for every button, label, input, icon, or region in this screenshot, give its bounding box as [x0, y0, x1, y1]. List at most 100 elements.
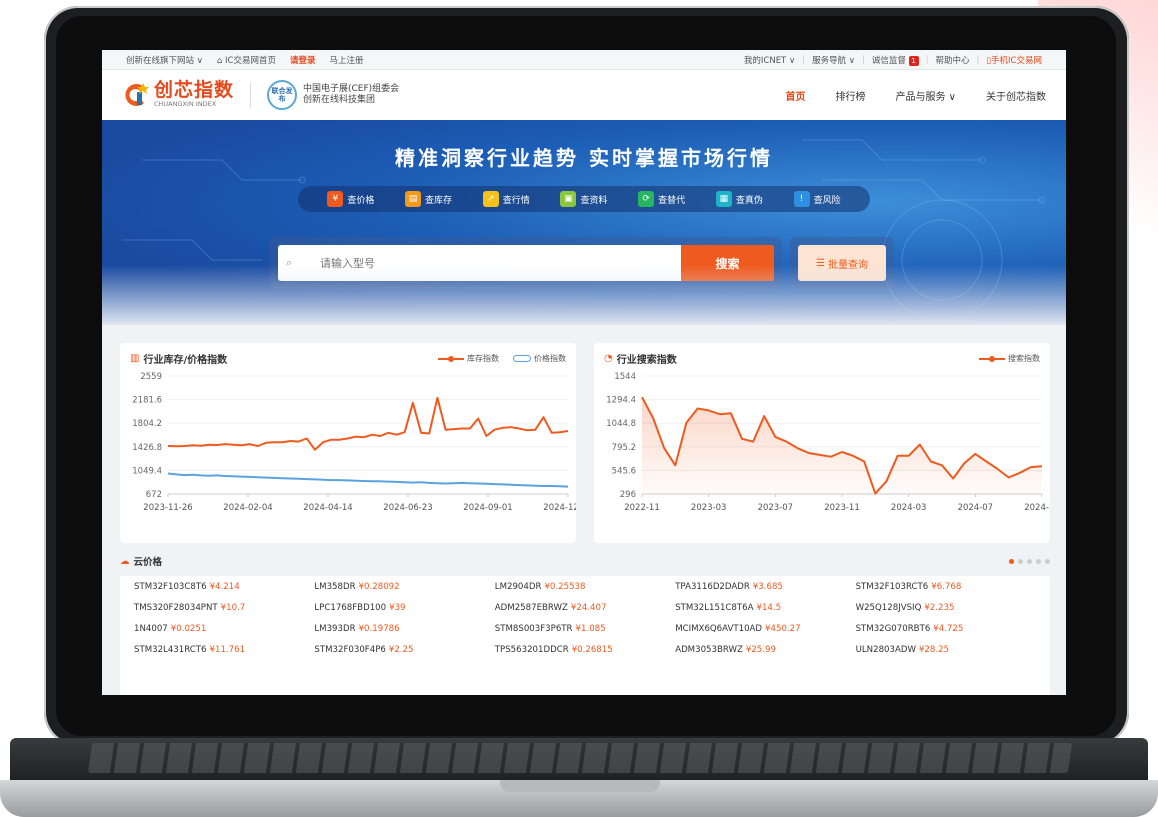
price-item[interactable]: STM8S003F3P6TR ¥1.085: [495, 624, 675, 634]
nav-about[interactable]: 关于创芯指数: [986, 88, 1046, 103]
price-item[interactable]: LPC1768FBD100 ¥39: [314, 603, 494, 613]
price-item[interactable]: TPS563201DDCR ¥0.26815: [495, 645, 675, 655]
chip-alternative[interactable]: ⟳ 查替代: [638, 191, 685, 207]
price-item[interactable]: STM32F030F4P6 ¥2.25: [314, 645, 494, 655]
y-tick-label: 2181.6: [132, 396, 162, 406]
price-item[interactable]: ADM3053BRWZ ¥25.99: [675, 645, 855, 655]
price-item[interactable]: LM2904DR ¥0.25538: [495, 582, 675, 592]
y-tick-label: 2559: [140, 372, 162, 382]
y-tick-label: 1044.8: [606, 419, 636, 429]
part-number: LPC1768FBD100: [314, 603, 387, 613]
legend-price[interactable]: 价格指数: [513, 353, 566, 364]
my-icnet-dropdown[interactable]: 我的ICNET ∨: [744, 54, 795, 66]
price-item[interactable]: LM358DR ¥0.28092: [314, 582, 494, 592]
part-price: ¥0.19786: [358, 624, 400, 634]
nav-ranking[interactable]: 排行榜: [836, 88, 866, 103]
part-price: ¥39: [389, 603, 406, 613]
cloud-icon: ☁: [120, 555, 130, 567]
chip-risk[interactable]: ! 查风险: [793, 191, 841, 207]
help-center-link[interactable]: 帮助中心: [935, 54, 969, 66]
search-input[interactable]: [320, 256, 681, 270]
x-tick-label: 2024-06-23: [383, 503, 432, 513]
price-item[interactable]: STM32G070RBT6 ¥4.725: [856, 624, 1036, 634]
chip-stock[interactable]: ▤ 查库存: [405, 191, 452, 207]
legend-search[interactable]: 搜索指数: [979, 353, 1040, 364]
series-line: [167, 396, 569, 451]
price-item[interactable]: TPA3116D2DADR ¥3.685: [675, 582, 855, 592]
chip-datasheet[interactable]: ▣ 查资料: [560, 191, 607, 207]
chip-market[interactable]: ↗ 查行情: [482, 191, 530, 207]
login-link[interactable]: 请登录: [290, 54, 316, 66]
chip-authenticity[interactable]: ▦ 查真伪: [715, 191, 763, 207]
part-number: STM32F103RCT6: [855, 582, 929, 592]
inventory-price-chart: 2559 2181.6 1804.2 1426.8 1049.4 672 2023-11-2…: [132, 372, 576, 513]
part-number: ADM3053BRWZ: [675, 645, 743, 655]
price-item[interactable]: STM32F103RCT6 ¥6.768: [856, 582, 1036, 592]
price-item[interactable]: TMS320F28034PNT ¥10.7: [134, 603, 314, 613]
part-number: ULN2803ADW: [855, 645, 916, 655]
ic-home-link[interactable]: ⌂ IC交易网首页: [217, 54, 276, 66]
chart2-legend: 搜索指数: [979, 353, 1040, 364]
integrity-link[interactable]: 诚信监督 1: [872, 54, 919, 66]
cloud-price-header: ☁ 云价格: [120, 554, 1050, 568]
batch-query-button[interactable]: ☰ 批量查询: [798, 245, 886, 281]
stock-icon: ▤: [405, 191, 422, 207]
part-number: TPA3116D2DADR: [675, 582, 750, 592]
nav-products[interactable]: 产品与服务 ∨: [896, 88, 957, 103]
y-tick-label: 296: [620, 490, 636, 500]
price-item[interactable]: STM32L151C8T6A ¥14.5: [675, 603, 855, 613]
carousel-dot[interactable]: [1027, 558, 1032, 564]
organizers: 中国电子展(CEF)组委会 创新在线科技集团: [303, 84, 399, 106]
register-link[interactable]: 马上注册: [330, 54, 364, 66]
price-item[interactable]: W25Q128JVSIQ ¥2.235: [856, 603, 1036, 613]
site-logo[interactable]: 创芯指数 CHUANGXIN INDEX: [122, 81, 234, 109]
charts-row: ▥ 行业库存/价格指数 库存指数 价格指数 2559 2181.6 1804.2 14…: [120, 343, 1050, 543]
x-tick-label: 2023-07: [758, 503, 794, 513]
chip-price[interactable]: ¥ 查价格: [327, 191, 374, 207]
part-number: LM393DR: [314, 624, 356, 634]
part-number: LM358DR: [314, 582, 356, 592]
part-price: ¥25.99: [745, 645, 776, 655]
y-tick-label: 1544: [614, 372, 636, 382]
part-price: ¥4.214: [209, 582, 240, 592]
chart2-title: 行业搜索指数: [616, 355, 677, 366]
mobile-site-link[interactable]: ▯手机IC交易网: [986, 54, 1042, 66]
laptop-keyboard: [87, 743, 1073, 773]
part-price: ¥24.407: [570, 603, 607, 613]
screen: 创新在线旗下网站 ∨ ⌂ IC交易网首页 请登录 马上注册 我的ICNET ∨ …: [102, 50, 1066, 695]
price-item[interactable]: LM393DR ¥0.19786: [314, 624, 494, 634]
nav-home[interactable]: 首页: [786, 88, 806, 103]
price-item[interactable]: 1N4007 ¥0.0251: [134, 624, 314, 634]
hero-title: 精准洞察行业趋势 实时掌握市场行情: [395, 146, 773, 170]
price-item[interactable]: ADM2587EBRWZ ¥24.407: [495, 603, 675, 613]
part-number: MCIMX6Q6AVT10AD: [675, 624, 763, 634]
price-item[interactable]: ULN2803ADW ¥28.25: [856, 645, 1036, 655]
divider: |: [976, 54, 980, 65]
x-tick-label: 2023-11-26: [143, 503, 192, 513]
chart1-legend: 库存指数 价格指数: [438, 353, 566, 364]
warning-icon: !: [793, 191, 810, 207]
carousel-dot[interactable]: [1036, 558, 1041, 564]
part-price: ¥450.27: [765, 624, 801, 634]
search-bar: ⌕ 搜索: [278, 245, 774, 281]
price-item[interactable]: STM32L431RCT6 ¥11.761: [134, 645, 314, 655]
carousel-dot[interactable]: [1009, 558, 1014, 564]
x-tick-label: 2024-07: [958, 503, 994, 513]
main-nav: 首页 排行榜 产品与服务 ∨ 关于创芯指数: [786, 88, 1047, 103]
price-item[interactable]: STM32F103C8T6 ¥4.214: [134, 582, 314, 592]
legend-inventory[interactable]: 库存指数: [438, 353, 499, 364]
y-tick-label: 1049.4: [132, 466, 162, 476]
cloud-price-title: 云价格: [133, 557, 163, 568]
search-icon: ⌕: [286, 256, 293, 269]
search-button[interactable]: 搜索: [681, 245, 774, 281]
x-tick-label: 2024-04-14: [303, 503, 352, 513]
price-item[interactable]: MCIMX6Q6AVT10AD ¥450.27: [675, 624, 855, 634]
sites-dropdown[interactable]: 创新在线旗下网站 ∨: [126, 54, 203, 66]
service-nav-dropdown[interactable]: 服务导航 ∨: [812, 54, 855, 66]
laptop-notch: [500, 780, 660, 792]
search-index-icon: ◔: [604, 353, 613, 364]
part-number: ADM2587EBRWZ: [494, 603, 568, 613]
part-price: ¥4.725: [933, 624, 964, 634]
carousel-dot[interactable]: [1045, 558, 1050, 564]
carousel-dot[interactable]: [1018, 558, 1023, 564]
